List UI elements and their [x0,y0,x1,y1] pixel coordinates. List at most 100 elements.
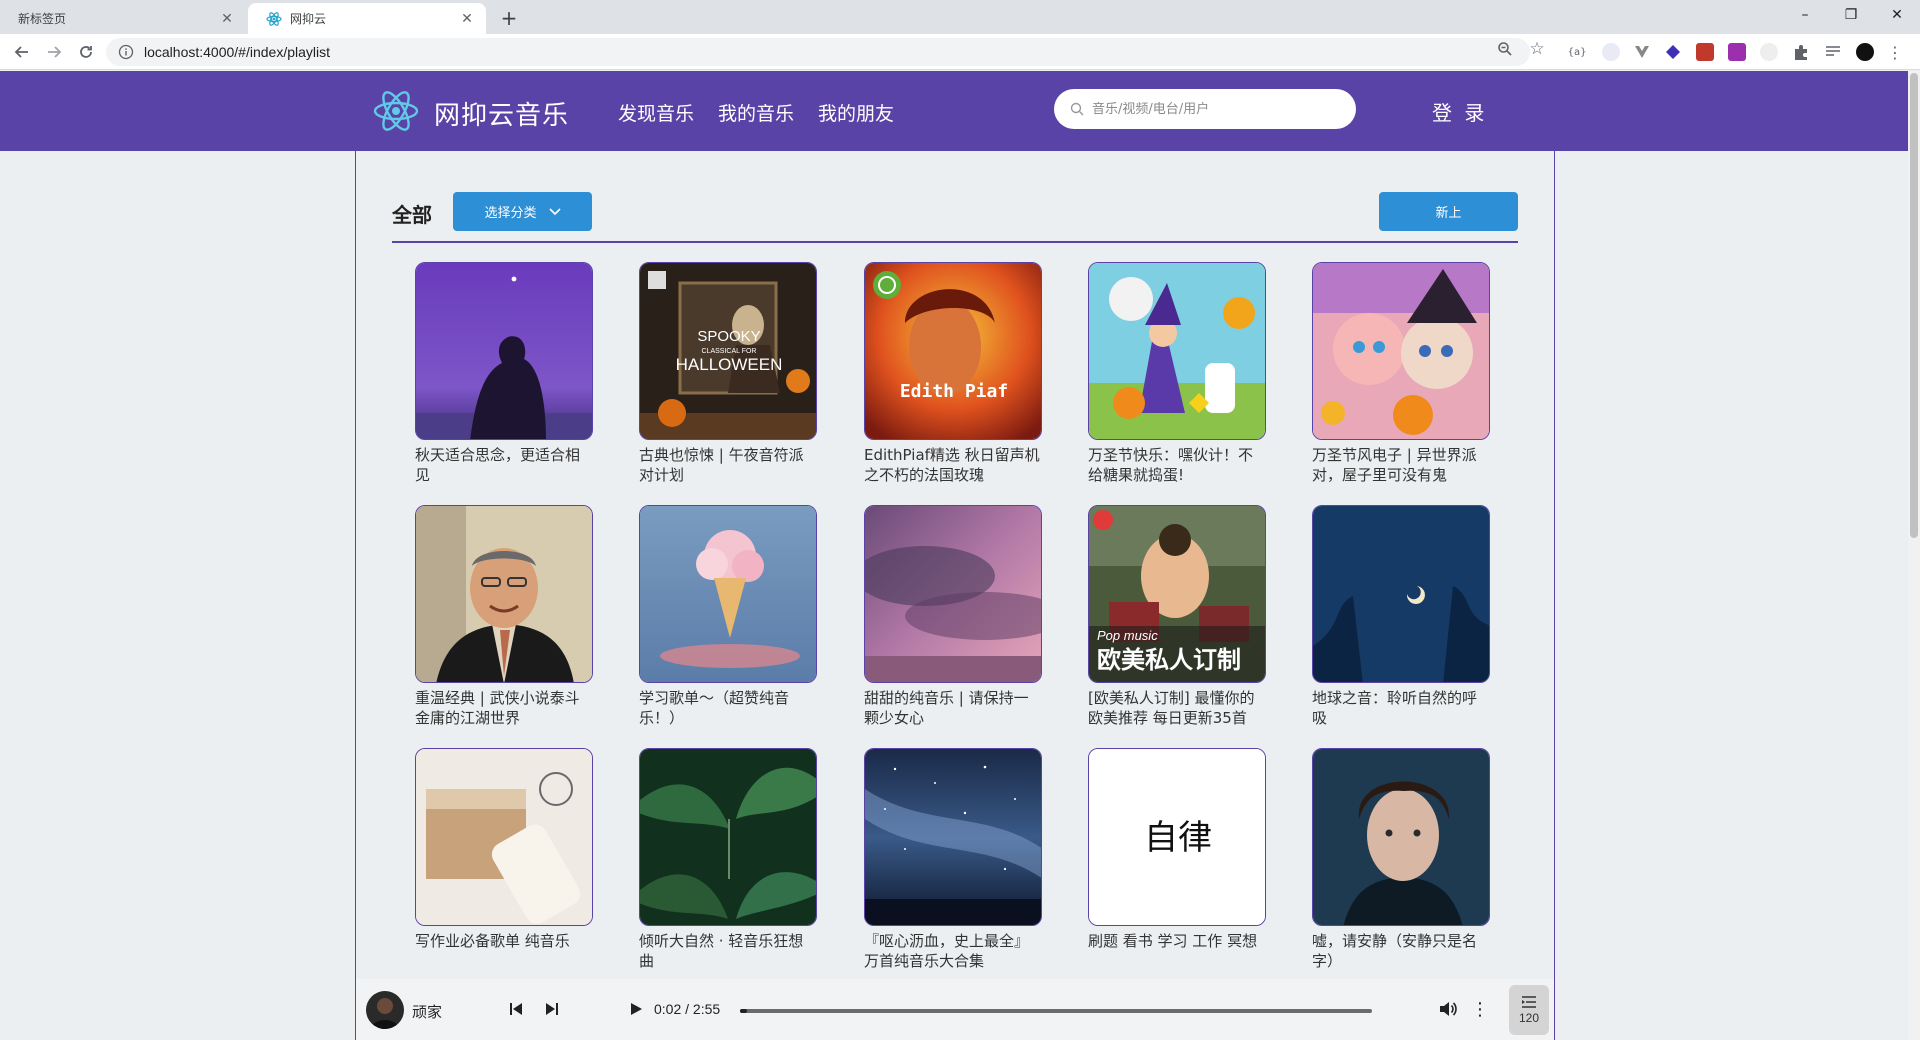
queue-list-icon [1522,996,1536,1008]
playlist-cover-image[interactable]: 自律 [1088,748,1266,926]
reload-icon[interactable] [74,40,98,64]
scrollbar-thumb[interactable] [1910,73,1918,538]
cover-text: CLASSICAL FOR [702,348,757,355]
react-logo-icon[interactable] [372,87,420,135]
playlist-card[interactable]: 地球之音：聆听自然的呼吸 [1312,505,1490,728]
playlist-cover-image[interactable]: Pop music 欧美私人订制 [1088,505,1266,683]
playlist-title[interactable]: 重温经典 | 武侠小说泰斗金庸的江湖世界 [415,688,593,728]
category-title: 全部 [392,203,432,227]
playlist-card[interactable]: 万圣节快乐：嘿伙计！不给糖果就捣蛋! [1088,262,1266,485]
close-icon[interactable]: ✕ [458,10,476,28]
playlist-cover-image[interactable]: Edith Piaf [864,262,1042,440]
purple-extension-icon[interactable] [1728,43,1746,61]
playlist-card[interactable]: 写作业必备歌单 纯音乐 [415,748,593,951]
nav-discover-music[interactable]: 发现音乐 [618,99,694,126]
extension-icon[interactable] [1602,43,1620,61]
react-favicon-icon [266,11,282,26]
playlist-title[interactable]: 倾听大自然 · 轻音乐狂想曲 [639,931,817,971]
playlist-cover-image[interactable] [639,748,817,926]
playlist-title[interactable]: 『呕心沥血，史上最全』万首纯音乐大合集 [864,931,1042,971]
playlist-cover-image[interactable] [415,262,593,440]
select-category-button[interactable]: 选择分类 [453,192,592,231]
profile-avatar[interactable] [1856,43,1874,61]
cover-text: SPOOKY [697,328,760,345]
playlist-cover-image[interactable] [1312,505,1490,683]
playlist-cover-image[interactable] [1088,262,1266,440]
playlist-card[interactable]: 学习歌单～（超赞纯音乐！） [639,505,817,728]
playlist-card[interactable]: 甜甜的纯音乐 | 请保持一颗少女心 [864,505,1042,728]
playlist-title[interactable]: 刷题 看书 学习 工作 冥想 [1088,931,1266,951]
red-extension-icon[interactable] [1696,43,1714,61]
playlist-title[interactable]: 地球之音：聆听自然的呼吸 [1312,688,1490,728]
info-icon[interactable] [118,44,134,60]
playlist-card[interactable]: Edith Piaf EdithPiaf精选 秋日留声机之不朽的法国玫瑰 [864,262,1042,485]
newest-button[interactable]: 新上 [1379,192,1518,231]
playlist-card[interactable]: 倾听大自然 · 轻音乐狂想曲 [639,748,817,971]
restore-icon[interactable]: ❐ [1828,0,1874,30]
playlist-cover-image[interactable] [1312,748,1490,926]
playlist-card[interactable]: 重温经典 | 武侠小说泰斗金庸的江湖世界 [415,505,593,728]
playlist-cover-image[interactable] [639,505,817,683]
address-bar[interactable]: localhost:4000/#/index/playlist [106,38,1530,66]
next-track-icon[interactable] [542,999,562,1019]
playlist-title[interactable]: 嘘，请安静（安静只是名字） [1312,931,1490,971]
browser-tab-active[interactable]: 网抑云 ✕ [248,3,486,34]
nav-my-friends[interactable]: 我的朋友 [818,99,894,126]
json-extension-icon[interactable]: {a} [1568,43,1587,61]
playlist-title[interactable]: [欧美私人订制] 最懂你的欧美推荐 每日更新35首 [1088,688,1266,728]
zoom-icon[interactable] [1496,40,1514,58]
playlist-card[interactable]: 万圣节风电子 | 异世界派对，屋子里可没有鬼 [1312,262,1490,485]
reading-list-icon[interactable] [1824,43,1842,61]
playlist-title[interactable]: 学习歌单～（超赞纯音乐！） [639,688,817,728]
diamond-extension-icon[interactable] [1664,43,1682,61]
playlist-cover-image[interactable] [415,748,593,926]
playlist-card[interactable]: 秋天适合思念，更适合相见 [415,262,593,485]
gray-extension-icon[interactable] [1760,43,1778,61]
more-options-icon[interactable]: ⋮ [1470,999,1490,1020]
bookmark-star-icon[interactable]: ☆ [1528,39,1546,59]
playlist-title[interactable]: 秋天适合思念，更适合相见 [415,445,593,485]
back-arrow-icon[interactable] [10,40,34,64]
playlist-card[interactable]: Pop music 欧美私人订制 [欧美私人订制] 最懂你的欧美推荐 每日更新3… [1088,505,1266,728]
playlist-cover-image[interactable]: SPOOKY CLASSICAL FOR HALLOWEEN [639,262,817,440]
playlist-title[interactable]: 古典也惊悚 | 午夜音符派对计划 [639,445,817,485]
forward-arrow-icon[interactable] [42,40,66,64]
playlist-cover-image[interactable] [1312,262,1490,440]
nav-my-music[interactable]: 我的音乐 [718,99,794,126]
playlist-card[interactable]: 嘘，请安静（安静只是名字） [1312,748,1490,971]
play-icon[interactable] [626,999,646,1019]
playlist-title[interactable]: 万圣节快乐：嘿伙计！不给糖果就捣蛋! [1088,445,1266,485]
cover-text: 欧美私人订制 [1097,646,1241,674]
progress-slider[interactable] [740,1009,1372,1013]
previous-track-icon[interactable] [506,999,526,1019]
minimize-icon[interactable]: – [1782,0,1828,30]
playlist-title[interactable]: EdithPiaf精选 秋日留声机之不朽的法国玫瑰 [864,445,1042,485]
close-icon[interactable]: ✕ [218,10,236,28]
browser-tab-newtab[interactable]: 新标签页 ✕ [0,3,246,34]
page-scrollbar[interactable] [1908,71,1920,1040]
playlist-panel: 全部 选择分类 新上 秋天适合思念，更适合相见 SPOOKY CLASSICAL… [355,151,1555,1040]
playlist-cover-image[interactable] [864,748,1042,926]
playlist-card[interactable]: SPOOKY CLASSICAL FOR HALLOWEEN 古典也惊悚 | 午… [639,262,817,485]
playlist-title[interactable]: 甜甜的纯音乐 | 请保持一颗少女心 [864,688,1042,728]
vue-devtools-icon[interactable] [1633,43,1651,61]
progress-fill [740,1009,747,1013]
playlist-title[interactable]: 万圣节风电子 | 异世界派对，屋子里可没有鬼 [1312,445,1490,485]
playlist-card[interactable]: 『呕心沥血，史上最全』万首纯音乐大合集 [864,748,1042,971]
browser-toolbar: localhost:4000/#/index/playlist ☆ {a} ⋮ [0,34,1920,70]
browser-menu-icon[interactable]: ⋮ [1886,43,1904,62]
playlist-cover-image[interactable] [415,505,593,683]
new-tab-plus-icon[interactable]: + [496,5,522,31]
url-text: localhost:4000/#/index/playlist [144,44,331,60]
song-cover-avatar[interactable] [366,991,404,1029]
window-close-icon[interactable]: ✕ [1874,0,1920,30]
playlist-queue-button[interactable]: 120 [1509,985,1549,1035]
login-button[interactable]: 登 录 [1432,97,1487,126]
playlist-cover-image[interactable] [864,505,1042,683]
search-input[interactable] [1092,101,1332,117]
volume-icon[interactable] [1438,999,1458,1019]
playlist-card[interactable]: 自律 刷题 看书 学习 工作 冥想 [1088,748,1266,951]
playlist-title[interactable]: 写作业必备歌单 纯音乐 [415,931,593,951]
puzzle-extensions-icon[interactable] [1792,43,1810,61]
app-logo-text[interactable]: 网抑云音乐 [434,95,569,132]
